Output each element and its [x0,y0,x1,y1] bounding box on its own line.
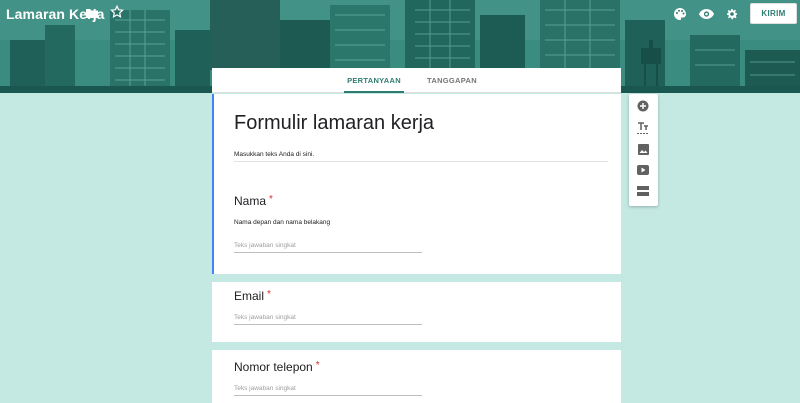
question-title: Nomor telepon [234,360,313,374]
section-icon[interactable] [636,184,650,198]
question-title: Nama [234,194,267,208]
form-description[interactable]: Masukkan teks Anda di sini. [234,151,314,158]
short-answer-field[interactable]: Teks jawaban singkat [234,385,422,396]
send-button[interactable]: KIRIM [750,3,797,24]
required-marker: * [315,360,320,371]
form-tabs: PERTANYAAN TANGGAPAN [212,68,621,93]
title-text-icon[interactable] [636,121,650,135]
form-title[interactable]: Formulir lamaran kerja [234,112,434,135]
palette-icon[interactable] [673,7,687,21]
tab-responses[interactable]: TANGGAPAN [424,68,480,92]
add-question-icon[interactable] [636,99,650,113]
question-card-email[interactable]: Email * Teks jawaban singkat [212,282,621,342]
star-icon[interactable] [110,5,124,19]
divider [234,161,608,162]
tab-questions[interactable]: PERTANYAAN [344,68,404,93]
required-marker: * [269,194,273,205]
question-help-text: Nama depan dan nama belakang [234,219,331,226]
question-label: Email * [234,289,271,303]
folder-icon[interactable] [85,6,99,20]
top-bar: Lamaran Kerja KIRIM [0,0,800,28]
short-answer-field[interactable]: Teks jawaban singkat [234,242,422,253]
question-label: Nomor telepon * [234,360,320,374]
question-card-phone[interactable]: Nomor telepon * Teks jawaban singkat [212,350,621,403]
gear-icon[interactable] [724,6,739,21]
question-label: Nama * [234,194,273,208]
question-title: Email [234,289,265,303]
active-item-indicator [212,94,214,274]
required-marker: * [267,289,271,300]
form-header-card[interactable]: Formulir lamaran kerja Masukkan teks And… [212,94,621,274]
image-icon[interactable] [636,142,650,156]
eye-icon[interactable] [699,7,714,21]
side-toolbar [629,94,658,206]
video-icon[interactable] [636,163,650,177]
short-answer-field[interactable]: Teks jawaban singkat [234,314,422,325]
